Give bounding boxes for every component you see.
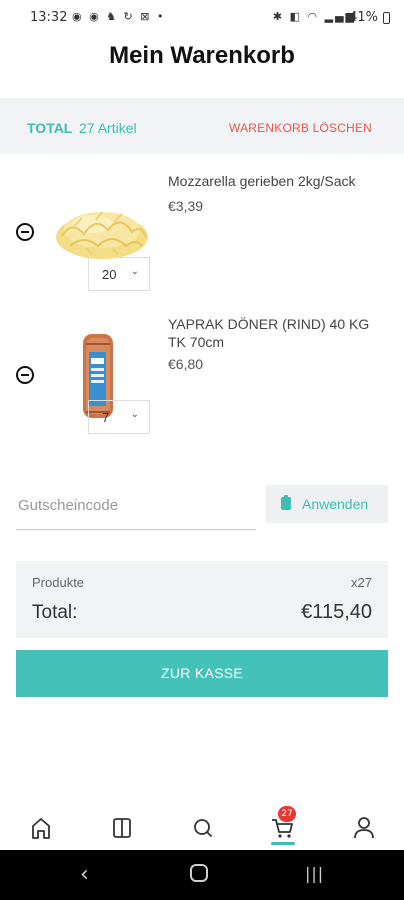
nav-home[interactable] <box>21 810 61 846</box>
home-button-icon[interactable] <box>190 864 208 882</box>
total-label: TOTAL <box>27 120 73 136</box>
cart-summary-bar: TOTAL 27 Artikel WARENKORB LÖSCHEN <box>0 98 404 154</box>
page-title: Mein Warenkorb <box>109 42 295 69</box>
chevron-down-icon: ⌄ <box>130 266 139 277</box>
account-icon <box>354 817 374 839</box>
clear-cart-button[interactable]: WARENKORB LÖSCHEN <box>229 121 372 135</box>
quantity-select[interactable]: 7 ⌄ <box>88 400 150 434</box>
cart-item: 20 ⌄ Mozzarella gerieben 2kg/Sack €3,39 <box>0 160 404 300</box>
bottom-nav: 27 <box>0 800 404 850</box>
battery-icon <box>383 12 390 24</box>
nav-cart[interactable]: 27 <box>263 806 303 846</box>
back-icon[interactable]: ‹ <box>80 862 89 887</box>
system-status-icons: ✱ ◧ ◠ ▂▄▆ <box>272 10 356 23</box>
search-icon <box>194 819 212 837</box>
battery-level: 41% <box>349 10 378 25</box>
products-count: x27 <box>351 575 372 590</box>
order-totals: Produkte x27 Total: €115,40 <box>16 561 388 638</box>
status-bar: 13:32 ◉ ◉ ♞ ↻ ⊠ • ✱ ◧ ◠ ▂▄▆ 41% <box>0 0 404 34</box>
product-price: €3,39 <box>168 198 204 214</box>
chevron-down-icon: ⌄ <box>130 409 139 420</box>
product-name[interactable]: YAPRAK DÖNER (RIND) 40 KG TK 70cm <box>168 315 388 351</box>
cart-item: 7 ⌄ YAPRAK DÖNER (RIND) 40 KG TK 70cm €6… <box>0 308 404 448</box>
total-label: Total: <box>32 602 78 623</box>
notification-icons: ◉ ◉ ♞ ↻ ⊠ • <box>72 10 166 23</box>
coupon-field <box>16 485 256 530</box>
checkout-button[interactable]: ZUR KASSE <box>16 650 388 697</box>
quantity-select[interactable]: 20 ⌄ <box>88 257 150 291</box>
active-tab-indicator <box>271 842 295 845</box>
home-icon <box>32 818 50 839</box>
total-value: €115,40 <box>301 601 372 623</box>
apply-label: Anwenden <box>302 496 369 512</box>
status-time: 13:32 <box>30 10 68 25</box>
clipboard-icon <box>281 495 291 510</box>
nav-catalog[interactable] <box>102 810 142 846</box>
products-label: Produkte <box>32 575 85 590</box>
recent-apps-icon[interactable]: ||| <box>305 864 324 883</box>
item-count: 27 Artikel <box>79 120 137 136</box>
system-navigation-bar: ‹ ||| <box>0 850 404 900</box>
quantity-value: 7 <box>102 410 110 425</box>
product-price: €6,80 <box>168 356 204 372</box>
remove-item-icon[interactable] <box>16 366 34 384</box>
quantity-value: 20 <box>102 267 117 282</box>
coupon-input[interactable] <box>16 491 256 519</box>
catalog-icon <box>113 818 131 838</box>
cart-badge: 27 <box>278 806 296 822</box>
apply-coupon-button[interactable]: Anwenden <box>266 485 388 523</box>
nav-search[interactable] <box>183 810 223 846</box>
nav-account[interactable] <box>344 810 384 846</box>
product-name[interactable]: Mozzarella gerieben 2kg/Sack <box>168 172 388 190</box>
remove-item-icon[interactable] <box>16 223 34 241</box>
